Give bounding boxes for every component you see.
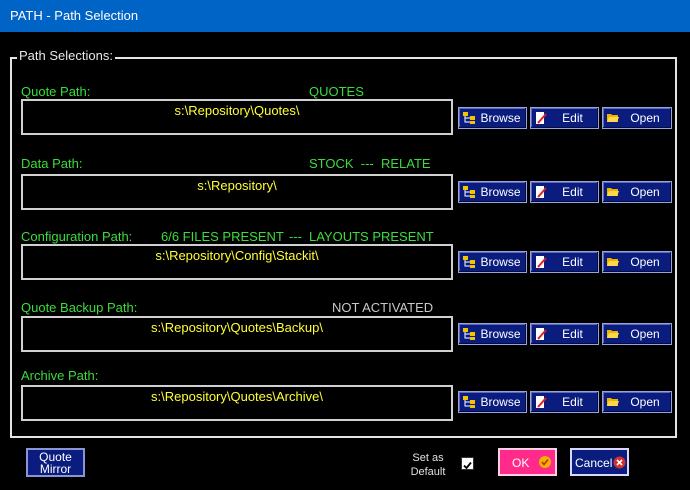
edit-label: Edit xyxy=(562,185,583,199)
cancel-button[interactable]: Cancel xyxy=(570,448,629,476)
set-as-default-label: Set as Default xyxy=(406,451,450,479)
configuration-path-field[interactable]: s:\Repository\Config\Stackit\ xyxy=(21,244,453,280)
configuration-layouts-status: LAYOUTS PRESENT xyxy=(309,229,434,244)
quote-backup-path-value: s:\Repository\Quotes\Backup\ xyxy=(151,320,323,335)
browse-label: Browse xyxy=(480,395,521,409)
browse-tree-icon xyxy=(463,328,475,340)
quote-path-open-button[interactable]: Open xyxy=(602,107,672,129)
ok-button[interactable]: OK xyxy=(498,448,557,476)
edit-pencil-icon xyxy=(536,256,547,268)
browse-label: Browse xyxy=(480,185,521,199)
quote-backup-path-open-button[interactable]: Open xyxy=(602,323,672,345)
set-as-default-line2: Default xyxy=(410,466,446,478)
quote-path-browse-button[interactable]: Browse xyxy=(458,107,527,129)
browse-tree-icon xyxy=(463,396,475,408)
quote-backup-path-label: Quote Backup Path: xyxy=(21,300,138,315)
cancel-x-icon xyxy=(613,456,626,469)
configuration-path-label: Configuration Path: xyxy=(21,229,133,244)
data-path-status: STOCK --- RELATE xyxy=(309,156,431,171)
data-path-browse-button[interactable]: Browse xyxy=(458,181,527,203)
open-folder-icon xyxy=(607,114,619,122)
open-folder-icon xyxy=(607,330,619,338)
set-as-default-checkbox[interactable] xyxy=(461,457,474,470)
archive-path-field[interactable]: s:\Repository\Quotes\Archive\ xyxy=(21,385,453,421)
quote-mirror-button[interactable]: Quote Mirror xyxy=(26,448,85,477)
data-path-open-button[interactable]: Open xyxy=(602,181,672,203)
path-selection-window: PATH - Path Selection Path Selections: Q… xyxy=(0,0,690,490)
open-folder-icon xyxy=(607,258,619,266)
archive-path-browse-button[interactable]: Browse xyxy=(458,391,527,413)
ok-label: OK xyxy=(512,456,530,470)
browse-label: Browse xyxy=(480,255,521,269)
edit-pencil-icon xyxy=(536,328,547,340)
open-folder-icon xyxy=(607,398,619,406)
edit-label: Edit xyxy=(562,327,583,341)
browse-label: Browse xyxy=(480,327,521,341)
archive-path-open-button[interactable]: Open xyxy=(602,391,672,413)
configuration-path-edit-button[interactable]: Edit xyxy=(530,251,599,273)
configuration-path-value: s:\Repository\Config\Stackit\ xyxy=(155,248,319,263)
quote-mirror-label-line2: Mirror xyxy=(39,462,72,476)
ok-check-icon xyxy=(539,456,551,468)
quote-path-field[interactable]: s:\Repository\Quotes\ xyxy=(21,99,453,135)
browse-tree-icon xyxy=(463,256,475,268)
data-path-field[interactable]: s:\Repository\ xyxy=(21,174,453,210)
quote-backup-path-edit-button[interactable]: Edit xyxy=(530,323,599,345)
open-folder-icon xyxy=(607,188,619,196)
edit-label: Edit xyxy=(562,395,583,409)
cancel-label: Cancel xyxy=(575,456,613,470)
quote-path-label: Quote Path: xyxy=(21,84,91,99)
data-path-label: Data Path: xyxy=(21,156,83,171)
edit-label: Edit xyxy=(562,255,583,269)
archive-path-label: Archive Path: xyxy=(21,368,99,383)
set-as-default-line1: Set as xyxy=(412,452,444,464)
edit-pencil-icon xyxy=(536,186,547,198)
data-path-edit-button[interactable]: Edit xyxy=(530,181,599,203)
browse-label: Browse xyxy=(480,111,521,125)
browse-tree-icon xyxy=(463,186,475,198)
configuration-path-browse-button[interactable]: Browse xyxy=(458,251,527,273)
edit-pencil-icon xyxy=(536,396,547,408)
checkmark-icon xyxy=(463,461,472,470)
quote-path-status: QUOTES xyxy=(309,84,364,99)
open-label: Open xyxy=(630,185,660,199)
window-title: PATH - Path Selection xyxy=(10,8,139,23)
quote-path-edit-button[interactable]: Edit xyxy=(530,107,599,129)
open-label: Open xyxy=(630,327,660,341)
open-label: Open xyxy=(630,111,660,125)
title-bar: PATH - Path Selection xyxy=(0,0,690,32)
archive-path-edit-button[interactable]: Edit xyxy=(530,391,599,413)
browse-tree-icon xyxy=(463,112,475,124)
quote-path-value: s:\Repository\Quotes\ xyxy=(174,103,300,118)
quote-backup-status: NOT ACTIVATED xyxy=(332,300,434,315)
configuration-status-separator: --- xyxy=(289,229,302,244)
edit-pencil-icon xyxy=(536,112,547,124)
edit-label: Edit xyxy=(562,111,583,125)
archive-path-value: s:\Repository\Quotes\Archive\ xyxy=(151,389,323,404)
quote-backup-path-field[interactable]: s:\Repository\Quotes\Backup\ xyxy=(21,316,453,352)
configuration-files-status: 6/6 FILES PRESENT xyxy=(161,229,284,244)
group-label: Path Selections: xyxy=(17,48,115,63)
open-label: Open xyxy=(630,395,660,409)
open-label: Open xyxy=(630,255,660,269)
data-path-value: s:\Repository\ xyxy=(197,178,277,193)
quote-backup-path-browse-button[interactable]: Browse xyxy=(458,323,527,345)
configuration-path-open-button[interactable]: Open xyxy=(602,251,672,273)
